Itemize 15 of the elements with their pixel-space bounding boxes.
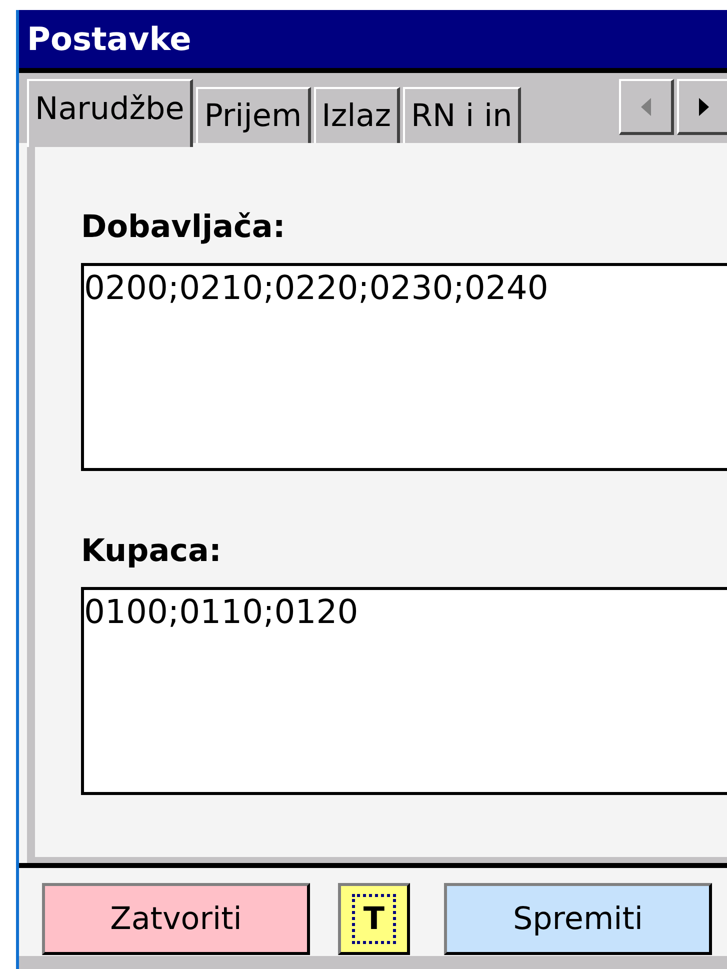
tab[interactable]: Narudžbe (27, 79, 194, 148)
save-button[interactable]: Spremiti (444, 883, 712, 956)
window-title: Postavke (27, 20, 192, 58)
keyboard-button[interactable]: T (338, 883, 410, 956)
close-button[interactable]: Zatvoriti (42, 883, 310, 956)
field-label: Dobavljača: (81, 209, 286, 246)
right-arrow-icon (697, 96, 711, 117)
field-label: Kupaca: (81, 533, 222, 570)
tab[interactable]: Prijem (196, 87, 311, 144)
scroll-right-button[interactable] (677, 79, 727, 136)
text-field[interactable]: 0100;0110;0120 (81, 587, 727, 796)
left-arrow-icon (639, 96, 653, 117)
tab[interactable]: Izlaz (314, 87, 400, 144)
text-field[interactable]: 0200;0210;0220;0230;0240 (81, 263, 727, 472)
tab[interactable]: RN i in (402, 87, 522, 144)
